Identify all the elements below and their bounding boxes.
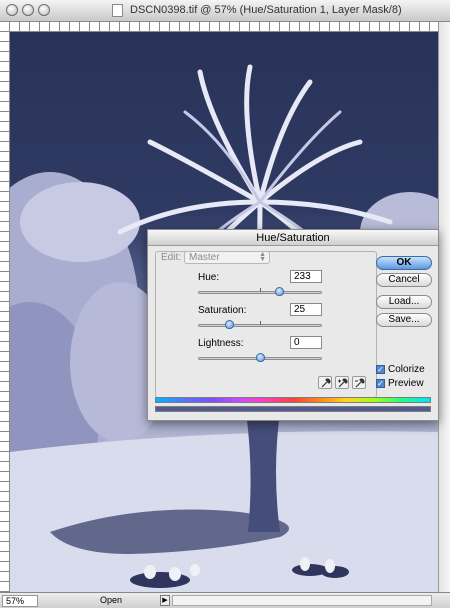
check-icon: ✓ <box>377 365 384 374</box>
preview-label: Preview <box>388 378 424 389</box>
eyedropper-minus-icon[interactable] <box>352 376 366 389</box>
saturation-slider-center-mark <box>260 321 261 325</box>
hue-label: Hue: <box>198 272 220 283</box>
vertical-ruler <box>0 22 10 592</box>
hue-saturation-dialog: Hue/Saturation Edit: Master ▲▼ Hue: Satu… <box>147 229 439 421</box>
colorize-label: Colorize <box>388 364 425 375</box>
eyedropper-plus-icon[interactable] <box>335 376 349 389</box>
close-icon[interactable] <box>6 4 18 16</box>
zoom-field[interactable]: 57% <box>2 595 38 607</box>
vertical-scrollbar[interactable] <box>438 22 450 592</box>
eyedropper-icon[interactable] <box>318 376 332 389</box>
status-menu-button[interactable]: ▶ <box>160 595 170 606</box>
edit-select[interactable]: Master ▲ ▼ <box>184 251 270 264</box>
edit-label: Edit: <box>161 252 182 263</box>
window-titlebar: DSCN0398.tif @ 57% (Hue/Saturation 1, La… <box>0 0 450 22</box>
input-color-spectrum-bar <box>155 397 431 403</box>
horizontal-ruler <box>10 22 450 32</box>
lightness-field[interactable] <box>290 336 322 349</box>
check-icon: ✓ <box>377 379 384 388</box>
colorize-checkbox[interactable]: ✓ <box>376 365 385 374</box>
hue-slider-thumb[interactable] <box>274 287 284 296</box>
doc-info: Open <box>100 595 123 605</box>
saturation-label: Saturation: <box>198 305 247 316</box>
output-color-bar <box>155 406 431 412</box>
chevron-updown-icon: ▲ ▼ <box>259 251 266 263</box>
window-title: DSCN0398.tif @ 57% (Hue/Saturation 1, La… <box>130 4 402 16</box>
hue-field[interactable] <box>290 270 322 283</box>
lightness-slider-thumb[interactable] <box>256 353 265 362</box>
ok-button[interactable]: OK <box>376 256 432 270</box>
dialog-title: Hue/Saturation <box>148 230 438 246</box>
status-bar: 57% Open ▶ <box>0 592 450 608</box>
hue-slider-center-mark <box>260 288 261 292</box>
minimize-icon[interactable] <box>22 4 34 16</box>
zoom-icon[interactable] <box>38 4 50 16</box>
saturation-slider-thumb[interactable] <box>225 320 234 329</box>
load-button[interactable]: Load... <box>376 295 432 309</box>
edit-select-value: Master <box>189 252 220 263</box>
document-icon <box>112 4 123 17</box>
saturation-field[interactable] <box>290 303 322 316</box>
preview-checkbox[interactable]: ✓ <box>376 379 385 388</box>
horizontal-scrollbar[interactable] <box>172 595 432 606</box>
lightness-label: Lightness: <box>198 338 244 349</box>
cancel-button[interactable]: Cancel <box>376 273 432 287</box>
save-button[interactable]: Save... <box>376 313 432 327</box>
